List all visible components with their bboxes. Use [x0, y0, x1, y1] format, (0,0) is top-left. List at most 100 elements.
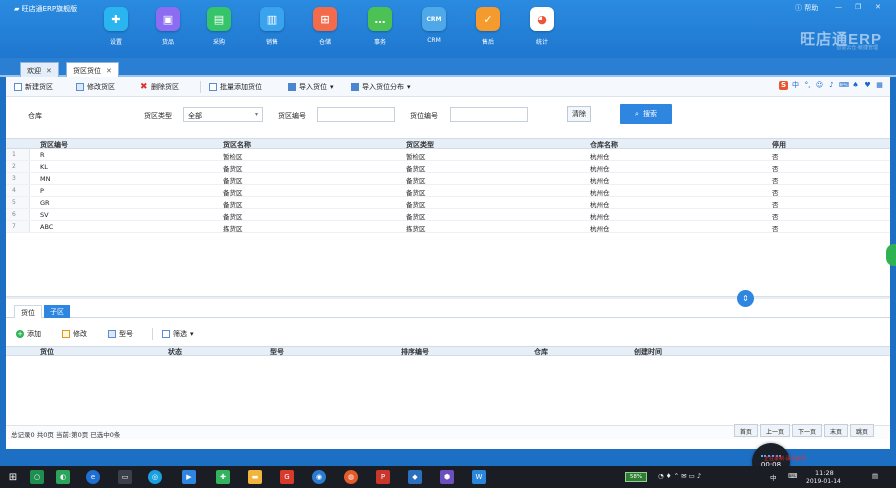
table-row[interactable]: 5 GR 备货区 备货区 杭州仓 否 — [6, 197, 890, 209]
subtab-subarea[interactable]: 子区 — [44, 305, 70, 318]
app-icon[interactable]: ◍ — [344, 470, 358, 484]
clock-time[interactable]: 11:28 — [815, 469, 834, 477]
browser-icon[interactable]: e — [86, 470, 100, 484]
input-language[interactable]: 中 — [770, 472, 777, 482]
first-page-button[interactable]: 首页 — [733, 424, 758, 437]
last-page-button[interactable]: 末页 — [823, 424, 848, 437]
row-number: 4 — [12, 187, 16, 194]
keyboard-icon[interactable]: ⌨ — [839, 81, 849, 90]
prev-page-button[interactable]: 上一页 — [759, 424, 790, 437]
skin-icon[interactable]: ♠ — [851, 81, 860, 90]
cell-disabled: 否 — [772, 213, 779, 221]
grid-header: 货区编号 货区名称 货区类型 仓库名称 停用 — [6, 138, 890, 149]
area-type-select[interactable]: 全部 ▾ — [183, 107, 263, 122]
import-distribution-button[interactable]: 导入货位分布 ▾ — [351, 82, 411, 92]
subtab-location[interactable]: 货位 — [14, 305, 42, 318]
app-icon[interactable]: ◆ — [408, 470, 422, 484]
app-icon[interactable]: ◎ — [148, 470, 162, 484]
model-button[interactable]: 型号 — [108, 329, 133, 339]
media-icon[interactable]: ▶ — [182, 470, 196, 484]
cell-warehouse: 杭州仓 — [590, 189, 610, 197]
table-row[interactable]: 1 R 暂检区 暂检区 杭州仓 否 — [6, 149, 890, 161]
cell-type: 暂检区 — [406, 153, 426, 161]
column-header[interactable]: 排序编号 — [401, 347, 429, 357]
app-icon[interactable]: ◐ — [56, 470, 70, 484]
float-assistant-icon[interactable] — [886, 244, 896, 266]
module-settings[interactable]: ✚ 设置 — [96, 7, 136, 46]
notification-icon[interactable]: ▤ — [872, 472, 878, 480]
folder-icon[interactable]: ▬ — [248, 470, 262, 484]
app-icon[interactable]: ○ — [30, 470, 44, 484]
module-purchase[interactable]: ▤ 采购 — [199, 7, 239, 46]
filter-icon — [162, 330, 170, 338]
chevron-down-icon: ▾ — [254, 111, 258, 118]
clear-button[interactable]: 清除 — [567, 106, 591, 122]
help-button[interactable]: ⓘ 帮助 — [795, 3, 818, 13]
app-icon[interactable]: ▭ — [118, 470, 132, 484]
table-row[interactable]: 6 SV 备货区 备货区 杭州仓 否 — [6, 209, 890, 221]
sogou-icon[interactable]: S — [779, 81, 788, 90]
module-warehouse[interactable]: ⊞ 仓储 — [305, 7, 345, 46]
tray-icons[interactable]: ◔ ♦ ⌃ ✉ ▭ ♪ — [658, 472, 701, 480]
close-icon[interactable]: ✕ — [46, 67, 52, 75]
tray-icon[interactable]: ⌨ — [788, 472, 797, 480]
module-sales[interactable]: ▥ 销售 — [252, 7, 292, 46]
table-row[interactable]: 4 P 备货区 备货区 杭州仓 否 — [6, 185, 890, 197]
area-code-input[interactable] — [317, 107, 395, 122]
close-window-button[interactable]: ✕ — [875, 3, 881, 11]
app-icon[interactable]: G — [280, 470, 294, 484]
module-aftersales[interactable]: ✓ 售后 — [468, 7, 508, 46]
cell-warehouse: 杭州仓 — [590, 165, 610, 173]
next-page-button[interactable]: 下一页 — [791, 424, 822, 437]
module-goods[interactable]: ▣ 货品 — [148, 7, 188, 46]
filter-button[interactable]: 筛选 ▾ — [162, 329, 194, 339]
restore-button[interactable]: ❐ — [855, 3, 861, 11]
edit-area-button[interactable]: 修改货区 — [76, 82, 115, 92]
warehouse-icon: ⊞ — [313, 7, 337, 31]
table-row[interactable]: 2 KL 备货区 备货区 杭州仓 否 — [6, 161, 890, 173]
jump-page-button[interactable]: 跳页 — [849, 424, 874, 437]
table-row[interactable]: 3 MN 备货区 备货区 杭州仓 否 — [6, 173, 890, 185]
search-button[interactable]: ⌕ 搜索 — [620, 104, 672, 124]
delete-area-button[interactable]: ✖ 删除货区 — [140, 82, 179, 92]
button-label: 搜索 — [642, 110, 657, 118]
app-icon[interactable]: ✚ — [216, 470, 230, 484]
network-badge[interactable]: 58% — [625, 472, 647, 482]
tab-area-location[interactable]: 货区货位 ✕ — [66, 62, 119, 77]
module-affairs[interactable]: … 事务 — [360, 7, 400, 46]
column-header[interactable]: 仓库 — [534, 347, 548, 357]
panel-splitter[interactable] — [6, 296, 890, 299]
windows-start-icon[interactable]: ⊞ — [6, 470, 20, 484]
punctuation-icon[interactable]: °, — [803, 81, 812, 90]
cell-code: R — [40, 151, 45, 159]
tab-welcome[interactable]: 欢迎 ✕ — [20, 62, 59, 77]
edit-location-button[interactable]: 修改 — [62, 329, 87, 339]
import-location-button[interactable]: 导入货位 ▾ — [288, 82, 334, 92]
module-statistics[interactable]: ◕ 统计 — [522, 7, 562, 46]
app-icon[interactable]: ⬢ — [440, 470, 454, 484]
close-icon[interactable]: ✕ — [106, 67, 112, 75]
new-area-button[interactable]: 新建货区 — [14, 82, 53, 92]
clock-date[interactable]: 2019-01-14 — [806, 478, 841, 485]
menu-icon[interactable]: ▦ — [875, 81, 884, 90]
table-row[interactable]: 7 ABC 拣货区 拣货区 杭州仓 否 — [6, 221, 890, 233]
erp-app-icon[interactable]: W — [472, 470, 486, 484]
microphone-icon[interactable]: ♪ — [827, 81, 836, 90]
app-icon[interactable]: ◉ — [312, 470, 326, 484]
column-header[interactable]: 状态 — [168, 347, 182, 357]
column-header[interactable]: 创建时间 — [634, 347, 662, 357]
column-header[interactable]: 型号 — [270, 347, 284, 357]
batch-add-location-button[interactable]: 批量添加货位 — [209, 82, 262, 92]
clothes-icon[interactable]: ♥ — [863, 81, 872, 90]
module-label: 采购 — [212, 39, 225, 46]
chinese-mode-icon[interactable]: 中 — [791, 81, 800, 90]
add-location-button[interactable]: + 添加 — [16, 329, 41, 339]
cell-name: 备货区 — [223, 201, 243, 209]
powerpoint-icon[interactable]: P — [376, 470, 390, 484]
emoji-icon[interactable]: ☺ — [815, 81, 824, 90]
minimize-button[interactable]: — — [835, 3, 842, 11]
module-crm[interactable]: CRM CRM — [414, 7, 454, 44]
location-code-input[interactable] — [450, 107, 528, 122]
column-header[interactable]: 货位 — [40, 347, 54, 357]
import-icon — [351, 83, 359, 91]
